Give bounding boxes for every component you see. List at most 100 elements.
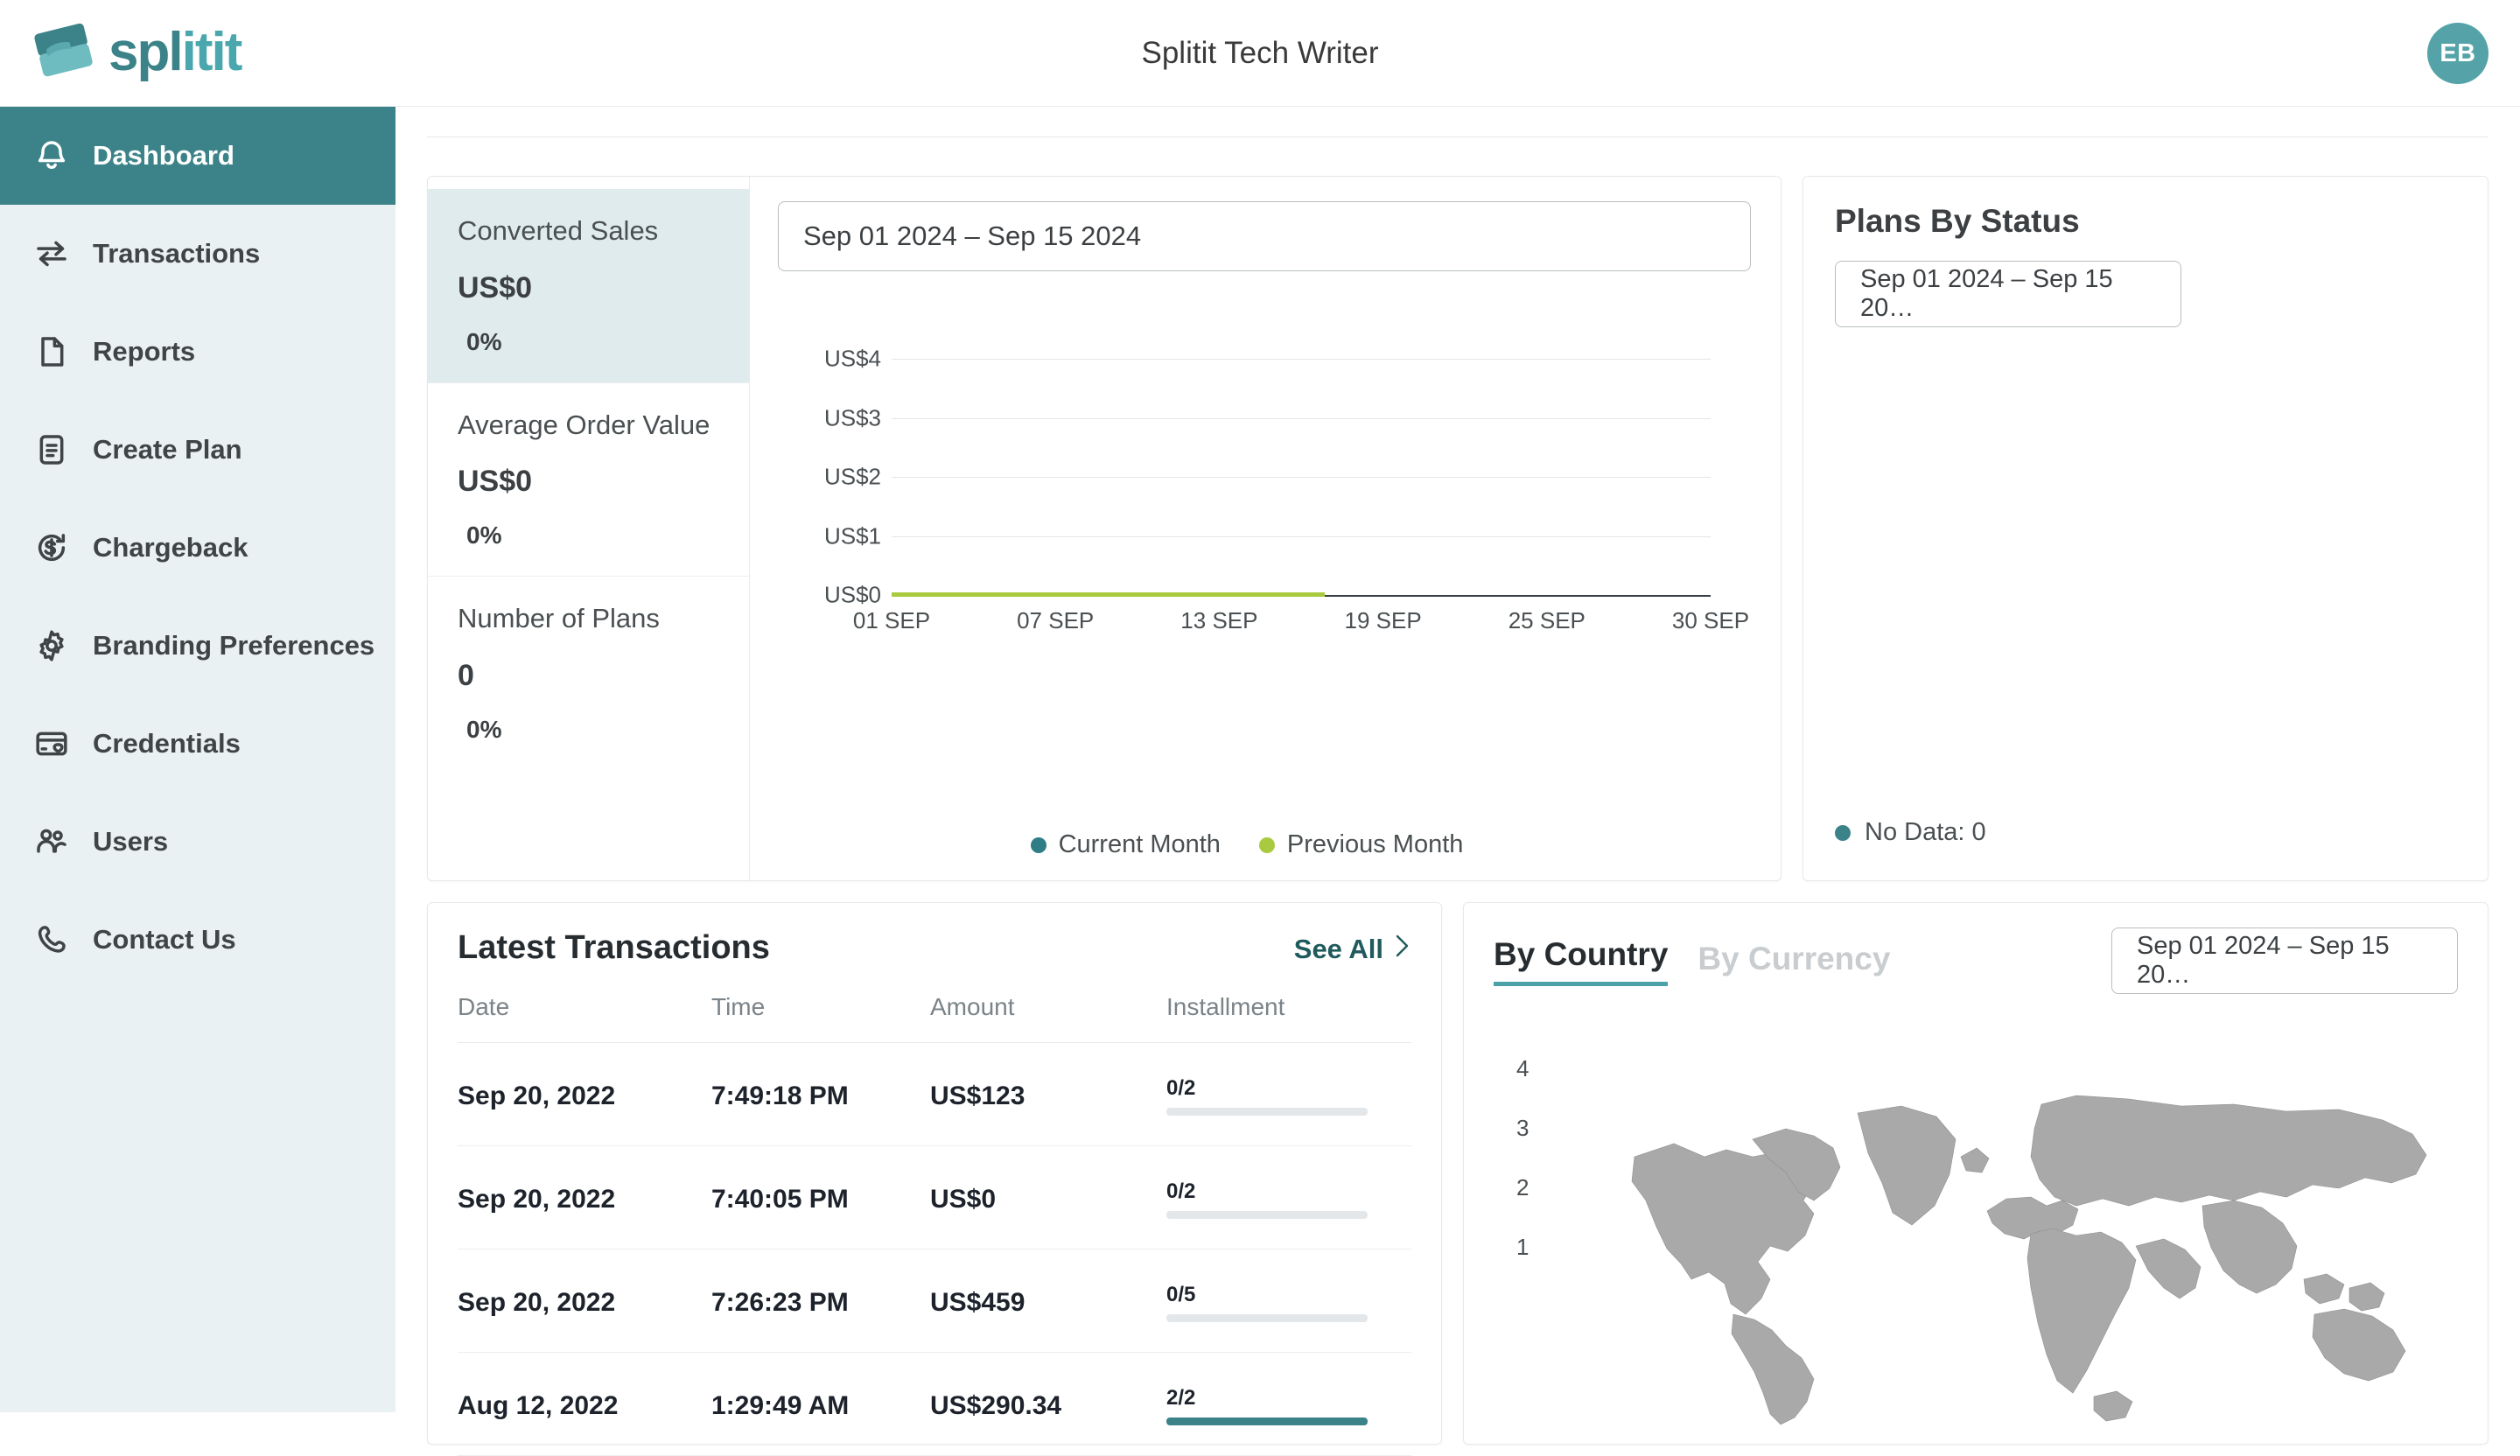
transactions-table: Date Time Amount Installment Sep 20, 2022 7:… [458, 993, 1411, 1456]
sidebar-item-create-plan[interactable]: Create Plan [0, 401, 396, 499]
sidebar-item-label: Users [93, 826, 169, 857]
table-row[interactable]: Sep 20, 2022 7:26:23 PM US$459 0/5 [458, 1249, 1411, 1353]
gridline [892, 536, 1711, 537]
world-map[interactable] [1551, 1026, 2488, 1437]
page-title: Splitit Tech Writer [1141, 35, 1379, 70]
legend-label: Previous Month [1286, 830, 1464, 858]
sidebar-item-dashboard[interactable]: Dashboard [0, 107, 396, 205]
bell-icon [33, 137, 70, 174]
x-axis-tick-label: 19 SEP [1344, 607, 1422, 634]
kpi-card-converted-sales[interactable]: Converted Sales US$0 0% [428, 189, 749, 382]
gridline [892, 417, 1711, 419]
latest-transactions-header: Latest Transactions See All [458, 929, 1411, 967]
gridline [892, 477, 1711, 478]
tab-by-country[interactable]: By Country [1494, 936, 1669, 986]
x-axis-tick-label: 13 SEP [1180, 607, 1258, 634]
column-header-time[interactable]: Time [711, 993, 930, 1043]
sidebar-item-label: Chargeback [93, 532, 248, 563]
geo-distribution-card: By Country By Currency Sep 01 2024 – Sep … [1463, 902, 2488, 1445]
sidebar-item-credentials[interactable]: Credentials [0, 695, 396, 793]
sales-date-range-picker[interactable]: Sep 01 2024 – Sep 15 2024 [778, 201, 1751, 271]
geo-date-range-picker[interactable]: Sep 01 2024 – Sep 15 20… [2111, 928, 2458, 994]
column-header-amount[interactable]: Amount [930, 993, 1166, 1043]
sidebar-item-label: Reports [93, 336, 196, 367]
geo-tabs: By Country By Currency [1494, 936, 1890, 986]
x-axis-tick-label: 01 SEP [852, 607, 931, 634]
top-bar: splitit Splitit Tech Writer EB [0, 0, 2520, 107]
see-all-link[interactable]: See All [1294, 934, 1411, 965]
kpi-delta: 0% [466, 327, 502, 355]
plans-date-range-picker[interactable]: Sep 01 2024 – Sep 15 20… [1835, 261, 2181, 327]
world-map-landmasses [1631, 1095, 2427, 1425]
y-axis-tick-label: US$2 [823, 463, 881, 490]
column-header-date[interactable]: Date [458, 993, 711, 1043]
dashboard-row-top: Converted Sales US$0 0% Average Order Value… [427, 176, 2488, 881]
sidebar-item-chargeback[interactable]: Chargeback [0, 499, 396, 597]
cell-time: 7:26:23 PM [711, 1249, 930, 1353]
installment-progress-bar [1166, 1418, 1368, 1425]
sidebar: Dashboard Transactions Reports Create Plan C… [0, 107, 396, 1412]
kpi-card-number-of-plans[interactable]: Number of Plans 0 0% [428, 576, 749, 770]
y-axis-tick-label: US$3 [823, 404, 881, 430]
kpi-value: US$0 [458, 270, 533, 304]
cell-amount: US$459 [930, 1249, 1166, 1353]
installment-progress-bar [1166, 1314, 1368, 1322]
plans-no-data-label: No Data: 0 [1865, 818, 1986, 846]
cell-time: 1:29:49 AM [711, 1352, 930, 1456]
latest-transactions-title: Latest Transactions [458, 929, 770, 966]
gridline [892, 359, 1711, 360]
table-row[interactable]: Sep 20, 2022 7:49:18 PM US$123 0/2 [458, 1042, 1411, 1146]
sidebar-item-users[interactable]: Users [0, 793, 396, 891]
phone-icon [33, 921, 70, 958]
sales-chart-legend: Current Month Previous Month [778, 830, 1751, 859]
latest-transactions-card: Latest Transactions See All Date Time Amou… [427, 902, 1442, 1456]
sidebar-item-reports[interactable]: Reports [0, 303, 396, 401]
installment-progress-bar [1166, 1211, 1368, 1219]
legend-item[interactable]: Current Month [1030, 830, 1221, 859]
sidebar-item-label: Credentials [93, 728, 241, 759]
cell-amount: US$0 [930, 1145, 1166, 1250]
tab-by-currency[interactable]: By Currency [1698, 941, 1890, 986]
cell-date: Sep 20, 2022 [458, 1249, 711, 1353]
y-axis-tick-label: US$1 [823, 522, 881, 549]
sidebar-item-transactions[interactable]: Transactions [0, 205, 396, 303]
map-scale-value: 1 [1516, 1234, 1530, 1260]
table-row[interactable]: Aug 12, 2022 1:29:49 AM US$290.34 2/2 [458, 1352, 1411, 1456]
see-all-label: See All [1293, 934, 1383, 964]
avatar[interactable]: EB [2427, 23, 2488, 84]
x-axis-tick-label: 30 SEP [1671, 607, 1750, 634]
map-scale-value: 4 [1516, 1055, 1530, 1082]
plans-no-data-legend: No Data: 0 [1835, 818, 1986, 847]
map-scale-legend: 4 3 2 1 [1516, 1055, 1529, 1293]
kpi-card-average-order-value[interactable]: Average Order Value US$0 0% [428, 382, 749, 577]
world-map-area: 4 3 2 1 [1464, 1017, 2488, 1444]
cell-time: 7:49:18 PM [711, 1042, 930, 1146]
legend-label: Current Month [1058, 830, 1221, 858]
legend-item[interactable]: Previous Month [1258, 830, 1464, 859]
y-axis-tick-label: US$4 [823, 345, 881, 372]
installment-count: 0/2 [1166, 1180, 1196, 1203]
cell-installment: 0/5 [1166, 1249, 1411, 1353]
geo-header: By Country By Currency Sep 01 2024 – Sep … [1494, 928, 2458, 994]
x-axis-tick-label: 07 SEP [1017, 607, 1095, 634]
kpi-label: Number of Plans [458, 603, 660, 634]
sidebar-item-branding-preferences[interactable]: Branding Preferences [0, 597, 396, 695]
kpi-label: Converted Sales [458, 215, 659, 246]
sales-chart-column: Sep 01 2024 – Sep 15 2024 US$0 US$1 US$2 US… [750, 177, 1781, 880]
sidebar-item-contact-us[interactable]: Contact Us [0, 891, 396, 989]
cell-installment: 0/2 [1166, 1145, 1411, 1250]
chevron-right-icon [1394, 934, 1411, 965]
cell-date: Aug 12, 2022 [458, 1352, 711, 1456]
installment-count: 2/2 [1166, 1386, 1196, 1410]
plans-by-status-card: Plans By Status Sep 01 2024 – Sep 15 20…… [1802, 176, 2488, 881]
cell-installment: 0/2 [1166, 1042, 1411, 1146]
transactions-table-header-row: Date Time Amount Installment [458, 993, 1411, 1043]
cell-date: Sep 20, 2022 [458, 1145, 711, 1250]
table-row[interactable]: Sep 20, 2022 7:40:05 PM US$0 0/2 [458, 1145, 1411, 1250]
users-icon [33, 823, 70, 860]
legend-dot [1030, 836, 1046, 853]
credit-card-icon [33, 725, 70, 762]
column-header-installment[interactable]: Installment [1166, 993, 1411, 1043]
content-divider [427, 136, 2488, 137]
installment-count: 0/5 [1166, 1283, 1196, 1306]
